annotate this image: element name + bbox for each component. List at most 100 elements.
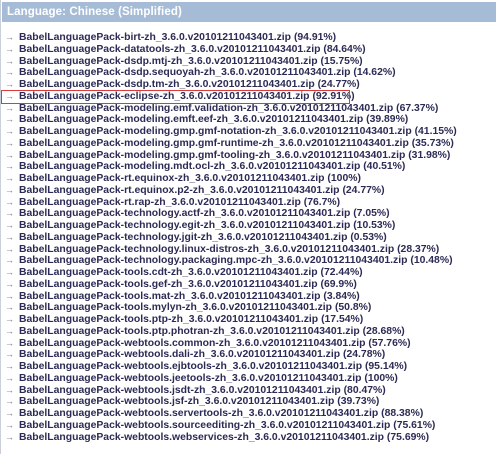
arrow-icon: →: [5, 173, 14, 183]
language-pack-link[interactable]: BabelLanguagePack-technology.linux-distr…: [19, 244, 394, 255]
language-pack-link[interactable]: BabelLanguagePack-datatools-zh_3.6.0.v20…: [19, 44, 320, 55]
completion-percent: (92.91%): [312, 90, 355, 102]
language-pack-link[interactable]: BabelLanguagePack-rt.equinox.p2-zh_3.6.0…: [19, 185, 340, 196]
arrow-icon: →: [5, 102, 14, 113]
arrow-icon: →: [5, 90, 14, 101]
language-pack-link[interactable]: BabelLanguagePack-technology.egit-zh_3.6…: [19, 220, 350, 231]
language-pack-link[interactable]: BabelLanguagePack-dsdp.sequoyah-zh_3.6.0…: [19, 67, 351, 78]
language-pack-link[interactable]: BabelLanguagePack-webtools.ejbtools-zh_3…: [19, 361, 362, 372]
language-header: Language: Chinese (Simplified): [2, 2, 496, 22]
language-pack-link[interactable]: BabelLanguagePack-modeling.gmp.gmf-tooli…: [19, 150, 405, 161]
arrow-icon: →: [5, 372, 14, 383]
arrow-icon: →: [5, 267, 14, 277]
completion-percent: (80.47%): [343, 384, 386, 396]
arrow-icon: →: [5, 361, 14, 371]
completion-percent: (24.77%): [342, 184, 385, 196]
arrow-icon: →: [5, 255, 14, 266]
language-pack-link[interactable]: BabelLanguagePack-webtools.sourceediting…: [19, 420, 390, 431]
arrow-icon: →: [5, 32, 14, 42]
language-pack-link[interactable]: BabelLanguagePack-tools.mylyn-zh_3.6.0.v…: [19, 302, 332, 313]
completion-percent: (88.38%): [381, 408, 424, 419]
language-pack-item: → BabelLanguagePack-rt.equinox.p2-zh_3.6.…: [5, 185, 457, 197]
language-pack-link[interactable]: BabelLanguagePack-webtools.dali-zh_3.6.0…: [19, 349, 340, 360]
language-pack-link[interactable]: BabelLanguagePack-webtools.webservices-z…: [19, 432, 384, 443]
language-pack-link[interactable]: BabelLanguagePack-modeling.gmp.gmf-notat…: [19, 126, 412, 137]
language-pack-link[interactable]: BabelLanguagePack-tools.gef-zh_3.6.0.v20…: [19, 279, 318, 290]
page: Language: Chinese (Simplified) → BabelLan…: [0, 0, 497, 454]
language-pack-item: → BabelLanguagePack-tools.cdt-zh_3.6.0.v2…: [5, 267, 457, 279]
language-pack-item: → BabelLanguagePack-webtools.servertools-…: [5, 408, 457, 420]
language-pack-link[interactable]: BabelLanguagePack-tools.cdt-zh_3.6.0.v20…: [19, 267, 318, 278]
completion-percent: (67.37%): [396, 102, 439, 114]
language-pack-item: → BabelLanguagePack-tools.ptp.photran-zh_…: [5, 326, 457, 338]
completion-percent: (10.53%): [353, 220, 396, 231]
language-pack-item: → BabelLanguagePack-webtools.common-zh_3.…: [5, 338, 457, 350]
language-pack-link[interactable]: BabelLanguagePack-tools.ptp-zh_3.6.0.v20…: [19, 314, 318, 325]
language-pack-link[interactable]: BabelLanguagePack-eclipse-zh_3.6.0.v2010…: [19, 91, 310, 102]
language-pack-item: → BabelLanguagePack-technology.egit-zh_3.…: [5, 220, 457, 232]
language-pack-link[interactable]: BabelLanguagePack-modeling.emf.validatio…: [19, 103, 393, 114]
completion-percent: (75.69%): [386, 431, 430, 443]
completion-percent: (0.53%): [350, 231, 387, 243]
language-pack-link[interactable]: BabelLanguagePack-rt.equinox-zh_3.6.0.v2…: [19, 173, 325, 184]
arrow-icon: →: [5, 419, 14, 430]
language-pack-link[interactable]: BabelLanguagePack-webtools.jsdt-zh_3.6.0…: [19, 385, 341, 396]
arrow-icon: →: [5, 337, 14, 348]
language-pack-item: → BabelLanguagePack-webtools.jsf-zh_3.6.0…: [5, 396, 457, 408]
language-pack-link[interactable]: BabelLanguagePack-modeling.gmp.gmf-runti…: [19, 138, 409, 149]
completion-percent: (95.14%): [364, 361, 408, 372]
arrow-icon: →: [5, 161, 14, 172]
arrow-icon: →: [5, 396, 14, 407]
arrow-icon: →: [5, 43, 14, 54]
arrow-icon: →: [5, 349, 14, 360]
arrow-icon: →: [5, 431, 14, 442]
language-pack-link[interactable]: BabelLanguagePack-webtools.jsf-zh_3.6.0.…: [19, 396, 334, 407]
language-pack-item: → BabelLanguagePack-webtools.sourceeditin…: [5, 420, 457, 432]
language-pack-link[interactable]: BabelLanguagePack-webtools.common-zh_3.6…: [19, 338, 366, 349]
language-pack-item: → BabelLanguagePack-eclipse-zh_3.6.0.v201…: [5, 91, 457, 103]
completion-percent: (24.77%): [317, 79, 360, 90]
arrow-icon: →: [5, 137, 14, 148]
completion-percent: (100%): [364, 372, 398, 384]
arrow-icon: →: [5, 325, 14, 336]
arrow-icon: →: [5, 220, 14, 230]
language-pack-link[interactable]: BabelLanguagePack-tools.ptp.photran-zh_3…: [19, 326, 360, 337]
completion-percent: (72.44%): [320, 267, 363, 278]
language-pack-link[interactable]: BabelLanguagePack-modeling.emft.eef-zh_3…: [19, 114, 363, 125]
language-pack-item: → BabelLanguagePack-webtools.jsdt-zh_3.6.…: [5, 385, 457, 397]
completion-percent: (15.75%): [320, 55, 363, 67]
arrow-icon: →: [5, 196, 14, 207]
completion-percent: (31.98%): [408, 149, 451, 161]
completion-percent: (28.37%): [397, 243, 440, 255]
language-pack-item: → BabelLanguagePack-webtools.ejbtools-zh_…: [5, 361, 457, 373]
language-pack-link[interactable]: BabelLanguagePack-dsdp.mtj-zh_3.6.0.v201…: [19, 56, 318, 67]
arrow-icon: →: [5, 314, 14, 324]
language-pack-item: → BabelLanguagePack-modeling.emf.validati…: [5, 103, 457, 115]
language-pack-link[interactable]: BabelLanguagePack-modeling.mdt.ocl-zh_3.…: [19, 161, 360, 172]
completion-percent: (39.73%): [337, 396, 380, 408]
arrow-icon: →: [5, 55, 14, 66]
language-pack-item: → BabelLanguagePack-modeling.emft.eef-zh_…: [5, 114, 457, 126]
language-pack-link[interactable]: BabelLanguagePack-rt.rap-zh_3.6.0.v20101…: [19, 197, 301, 208]
language-pack-item: → BabelLanguagePack-webtools.webservices-…: [5, 432, 457, 444]
language-pack-item: → BabelLanguagePack-technology.actf-zh_3.…: [5, 208, 457, 220]
language-pack-link[interactable]: BabelLanguagePack-webtools.servertools-z…: [19, 408, 378, 419]
language-pack-link[interactable]: BabelLanguagePack-technology.jgit-zh_3.6…: [19, 232, 347, 243]
language-pack-item: → BabelLanguagePack-rt.equinox-zh_3.6.0.v…: [5, 173, 457, 185]
language-pack-link[interactable]: BabelLanguagePack-birt-zh_3.6.0.v2010121…: [19, 32, 291, 43]
arrow-icon: →: [5, 126, 14, 136]
language-pack-item: → BabelLanguagePack-technology.packaging.…: [5, 255, 457, 267]
language-pack-item: → BabelLanguagePack-modeling.mdt.ocl-zh_3…: [5, 161, 457, 173]
arrow-icon: →: [5, 79, 14, 89]
completion-percent: (3.84%): [323, 290, 360, 302]
completion-percent: (24.78%): [343, 349, 386, 361]
language-pack-link[interactable]: BabelLanguagePack-dsdp.tm-zh_3.6.0.v2010…: [19, 79, 315, 90]
language-pack-link[interactable]: BabelLanguagePack-tools.mat-zh_3.6.0.v20…: [19, 291, 320, 302]
language-pack-item: → BabelLanguagePack-modeling.gmp.gmf-runt…: [5, 138, 457, 150]
language-pack-link[interactable]: BabelLanguagePack-webtools.jeetools-zh_3…: [19, 373, 361, 384]
completion-percent: (28.68%): [362, 325, 405, 337]
language-pack-link[interactable]: BabelLanguagePack-technology.packaging.m…: [19, 255, 407, 266]
language-pack-list: → BabelLanguagePack-birt-zh_3.6.0.v201012…: [5, 32, 457, 443]
completion-percent: (14.62%): [353, 67, 396, 79]
language-pack-link[interactable]: BabelLanguagePack-technology.actf-zh_3.6…: [19, 208, 350, 219]
